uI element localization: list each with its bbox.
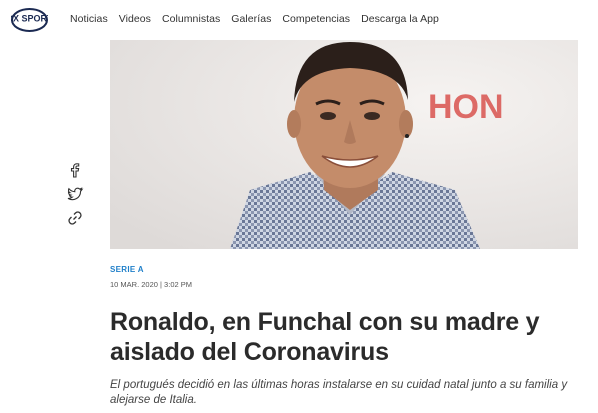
hero-image: HON: [110, 40, 578, 249]
nav-item-columnistas[interactable]: Columnistas: [162, 13, 220, 25]
section-tag[interactable]: SERIE A: [110, 265, 144, 274]
article-title: Ronaldo, en Funchal con su madre y aisla…: [110, 308, 540, 366]
fox-sports-logo[interactable]: FOX SPORTS: [11, 8, 48, 32]
nav-item-descarga-app[interactable]: Descarga la App: [361, 13, 439, 25]
background-sign-text: HON: [428, 88, 504, 126]
logo-text: FOX SPORTS: [11, 14, 48, 24]
nav-item-galerias[interactable]: Galerías: [231, 13, 271, 25]
link-icon[interactable]: [66, 209, 84, 227]
nav-item-competencias[interactable]: Competencias: [282, 13, 350, 25]
top-navigation-bar: FOX SPORTS Noticias Videos Columnistas G…: [0, 0, 598, 40]
twitter-icon[interactable]: [66, 185, 84, 203]
facebook-icon[interactable]: [66, 161, 84, 179]
share-bar: [66, 161, 86, 233]
article-subtitle: El portugués decidió en las últimas hora…: [110, 379, 568, 406]
hero-photo-player-portrait: HON: [110, 40, 578, 249]
main-nav: Noticias Videos Columnistas Galerías Com…: [70, 13, 450, 25]
article-date: 10 MAR. 2020 | 3:02 PM: [110, 280, 192, 289]
nav-item-noticias[interactable]: Noticias: [70, 13, 108, 25]
nav-item-videos[interactable]: Videos: [119, 13, 151, 25]
